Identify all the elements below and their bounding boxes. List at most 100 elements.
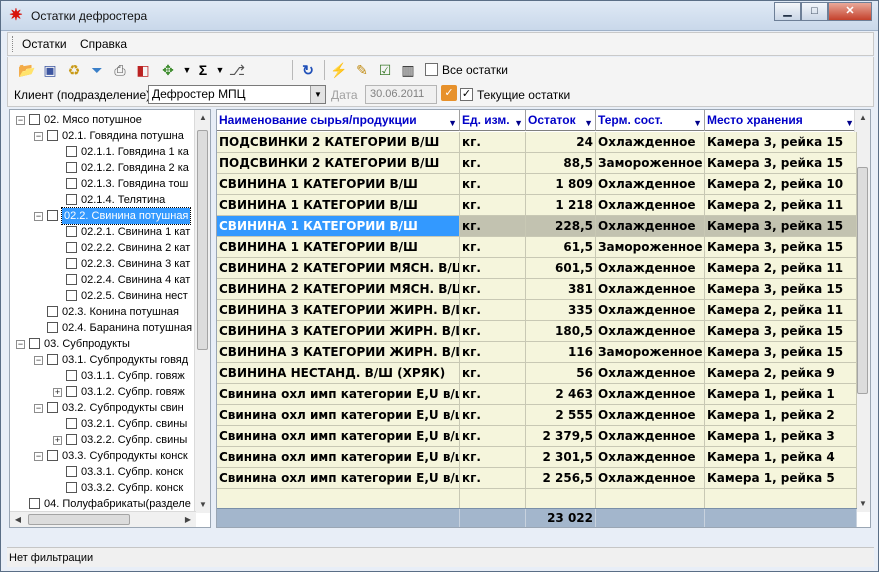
tree-node-label[interactable]: 02.1.2. Говядина 2 ка [81,160,189,176]
table-cell-name[interactable]: СВИНИНА 3 КАТЕГОРИИ ЖИРН. В/Ш [217,300,460,321]
edit-icon[interactable]: ✎ [353,61,371,79]
table-cell-state[interactable]: Охлажденное [596,132,705,153]
maximize-button[interactable]: □ [801,2,828,21]
tree-node-label[interactable]: 03.3.1. Субпр. конск [81,464,183,480]
tree-node[interactable]: 02.2.3. Свинина 3 кат [10,256,196,272]
table-cell-location[interactable]: Камера 3, рейка 15 [705,321,857,342]
tree-node-checkbox[interactable] [66,386,77,397]
table-row[interactable]: Свинина охл имп категории E,U в/ш кг. 2 46… [217,384,857,405]
table-cell-unit[interactable]: кг. [460,363,526,384]
table-cell-qty[interactable]: 1 218 [526,195,596,216]
scroll-thumb[interactable] [28,514,130,525]
expand-icon[interactable]: + [53,436,62,445]
table-cell-location[interactable]: Камера 1, рейка 4 [705,447,857,468]
tree-node-checkbox[interactable] [47,130,58,141]
tree-node[interactable]: − 03.1. Субпродукты говяд [10,352,196,368]
table-row[interactable]: СВИНИНА 3 КАТЕГОРИИ ЖИРН. В/Ш кг. 116 Замор… [217,342,857,363]
client-select[interactable]: Дефростер МПЦ ▼ [148,85,326,104]
tree-node-checkbox[interactable] [47,402,58,413]
tree-node-checkbox[interactable] [29,338,40,349]
tree-node-checkbox[interactable] [66,226,77,237]
table-row[interactable]: СВИНИНА 1 КАТЕГОРИИ В/Ш кг. 1 218 Охлажденн… [217,195,857,216]
table-cell-qty[interactable]: 2 555 [526,405,596,426]
table-row[interactable]: СВИНИНА 1 КАТЕГОРИИ В/Ш кг. 1 809 Охлажденн… [217,174,857,195]
scroll-left-icon[interactable]: ◀ [10,512,26,527]
table-cell-unit[interactable]: кг. [460,384,526,405]
tree-node-label[interactable]: 02.1. Говядина потушна [62,128,184,144]
table-row[interactable]: СВИНИНА 2 КАТЕГОРИИ МЯСН. В/Ш кг. 601,5 Охл… [217,258,857,279]
table-cell-state[interactable]: Охлажденное [596,468,705,489]
table-cell-location[interactable]: Камера 3, рейка 15 [705,132,857,153]
minimize-button[interactable]: ▁ [774,2,801,21]
column-filter-icon[interactable]: ▼ [514,113,523,131]
tree-node-checkbox[interactable] [66,466,77,477]
current-stock-checkbox[interactable]: ✓ [460,88,473,101]
table-cell-qty[interactable]: 180,5 [526,321,596,342]
table-cell-name[interactable]: Свинина охл имп категории E,U в/ш [217,405,460,426]
tree-node-checkbox[interactable] [66,194,77,205]
table-cell-qty[interactable]: 228,5 [526,216,596,237]
table-row[interactable]: СВИНИНА НЕСТАНД. В/Ш (ХРЯК) кг. 56 Охлажден… [217,363,857,384]
table-cell-unit[interactable]: кг. [460,195,526,216]
tree-node[interactable]: 03.1.1. Субпр. говяж [10,368,196,384]
table-cell-qty[interactable]: 24 [526,132,596,153]
tree-node[interactable]: 04. Полуфабрикаты(разделе [10,496,196,512]
table-cell-location[interactable]: Камера 1, рейка 5 [705,468,857,489]
table-cell-state[interactable]: Охлажденное [596,216,705,237]
scroll-thumb[interactable] [857,167,868,394]
table-cell-state[interactable]: Охлажденное [596,447,705,468]
tree-node-label[interactable]: 03.1.2. Субпр. говяж [81,384,185,400]
tree-node[interactable]: − 03.2. Субпродукты свин [10,400,196,416]
table-cell-qty[interactable]: 2 301,5 [526,447,596,468]
table-cell-state[interactable]: Охлажденное [596,258,705,279]
tree-node-checkbox[interactable] [66,242,77,253]
table-cell-qty[interactable]: 2 463 [526,384,596,405]
table-cell-state[interactable]: Охлажденное [596,174,705,195]
tree-node-checkbox[interactable] [47,210,58,221]
column-filter-icon[interactable]: ▼ [584,113,593,131]
collapse-icon[interactable]: − [34,404,43,413]
tree-node-label[interactable]: 02.2.3. Свинина 3 кат [81,256,190,272]
tree-node[interactable]: 02.1.1. Говядина 1 ка [10,144,196,160]
tree-node-checkbox[interactable] [47,450,58,461]
tree-node-label[interactable]: 02.1.1. Говядина 1 ка [81,144,189,160]
table-cell-state[interactable]: Охлажденное [596,426,705,447]
tree-node-label[interactable]: 04. Полуфабрикаты(разделе [44,496,191,512]
tree-horizontal-scrollbar[interactable]: ◀ ▶ [10,511,196,527]
table-cell-qty[interactable]: 88,5 [526,153,596,174]
title-bar[interactable]: ✷ Остатки дефростера ▁ □ ✕ [1,1,878,31]
table-cell-qty[interactable]: 61,5 [526,237,596,258]
table-cell-location[interactable]: Камера 3, рейка 15 [705,237,857,258]
table-cell-unit[interactable]: кг. [460,216,526,237]
table-cell-qty[interactable]: 381 [526,279,596,300]
checklist-icon[interactable]: ☑ [376,61,394,79]
column-filter-icon[interactable]: ▼ [448,113,457,131]
scroll-right-icon[interactable]: ▶ [180,512,196,527]
table-cell-qty[interactable]: 2 379,5 [526,426,596,447]
scroll-up-icon[interactable]: ▲ [195,110,210,126]
table-cell-unit[interactable]: кг. [460,342,526,363]
expand-icon[interactable]: + [53,388,62,397]
table-cell-qty[interactable]: 601,5 [526,258,596,279]
table-row[interactable]: СВИНИНА 3 КАТЕГОРИИ ЖИРН. В/Ш кг. 335 Охлаж… [217,300,857,321]
table-cell-location[interactable]: Камера 2, рейка 11 [705,195,857,216]
scroll-down-icon[interactable]: ▼ [195,497,210,513]
table-cell-qty[interactable]: 335 [526,300,596,321]
tree-node[interactable]: 02.3. Конина потушная [10,304,196,320]
table-cell-name[interactable]: Свинина охл имп категории E,U в/ш [217,468,460,489]
tree-node[interactable]: 03.3.1. Субпр. конск [10,464,196,480]
tree-node-label[interactable]: 02.1.4. Телятина [81,192,165,208]
table-cell-unit[interactable]: кг. [460,258,526,279]
tree-node-label[interactable]: 02.2. Свинина потушная [60,207,192,225]
table-row[interactable]: СВИНИНА 1 КАТЕГОРИИ В/Ш кг. 61,5 Замороженн… [217,237,857,258]
collapse-icon[interactable]: − [34,452,43,461]
table-cell-name[interactable]: СВИНИНА 3 КАТЕГОРИИ ЖИРН. В/Ш [217,342,460,363]
table-cell-location[interactable]: Камера 1, рейка 1 [705,384,857,405]
table-cell-unit[interactable]: кг. [460,174,526,195]
tree-node-label[interactable]: 03.3. Субпродукты конск [62,448,188,464]
table-cell-location[interactable]: Камера 2, рейка 9 [705,363,857,384]
table-row[interactable]: Свинина охл имп категории E,U в/ш кг. 2 30… [217,447,857,468]
column-header-state[interactable]: Терм. сост. ▼ [596,110,705,131]
tree-node[interactable]: 02.2.4. Свинина 4 кат [10,272,196,288]
export-icon[interactable]: ◧ [134,61,152,79]
